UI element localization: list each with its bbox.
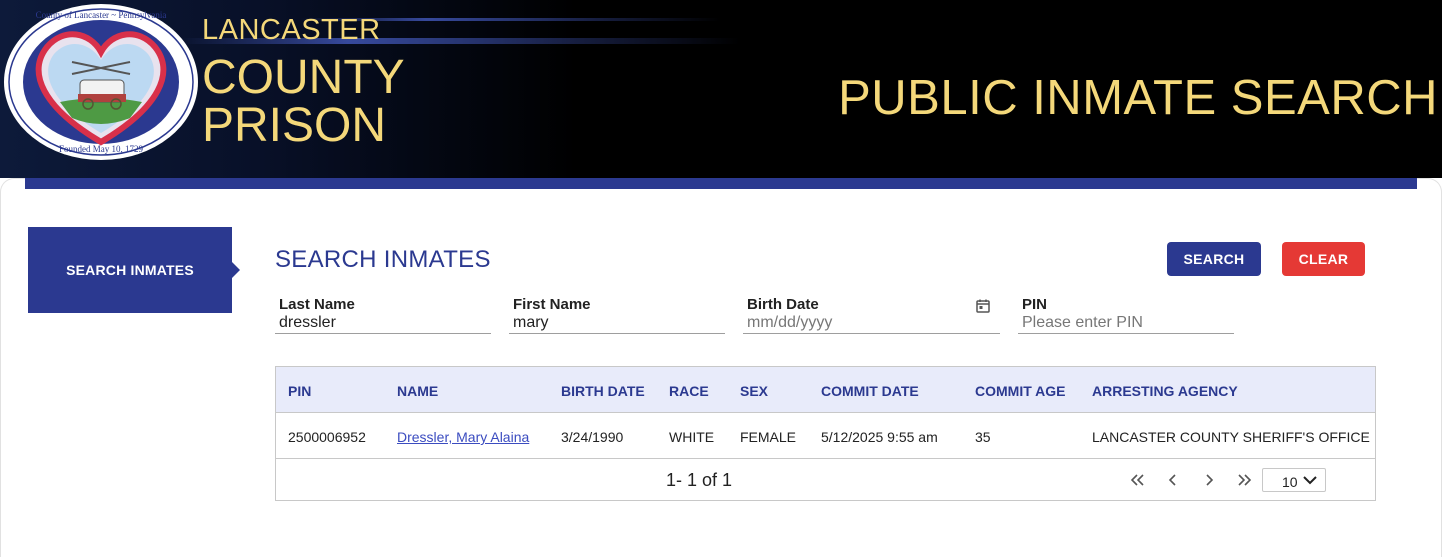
next-page-icon[interactable] xyxy=(1200,471,1218,489)
column-header-commit-date[interactable]: COMMIT DATE xyxy=(821,383,919,399)
seal-bottom-text: Founded May 10, 1729 xyxy=(59,144,143,154)
cell-pin: 2500006952 xyxy=(288,429,366,445)
table-header-row: PIN NAME BIRTH DATE RACE SEX COMMIT DATE… xyxy=(276,367,1375,413)
first-name-input[interactable]: mary xyxy=(513,313,725,332)
column-header-race[interactable]: RACE xyxy=(669,383,709,399)
pin-input[interactable]: Please enter PIN xyxy=(1022,313,1234,332)
sidebar-item-search-inmates[interactable]: SEARCH INMATES xyxy=(28,227,240,313)
last-name-field[interactable]: Last Name dressler xyxy=(275,295,491,334)
cell-sex: FEMALE xyxy=(740,429,797,445)
cell-birth-date: 3/24/1990 xyxy=(561,429,624,445)
first-page-icon[interactable] xyxy=(1128,471,1146,489)
cell-arresting-agency: LANCASTER COUNTY SHERIFF'S OFFICE xyxy=(1092,429,1370,445)
column-header-commit-age[interactable]: COMMIT AGE xyxy=(975,383,1065,399)
search-button[interactable]: SEARCH xyxy=(1167,242,1261,276)
section-title: SEARCH INMATES xyxy=(275,246,491,273)
page-size-select[interactable]: 10 xyxy=(1262,468,1326,492)
column-header-name[interactable]: NAME xyxy=(397,383,438,399)
column-header-birth-date[interactable]: BIRTH DATE xyxy=(561,383,645,399)
seal-top-text: County of Lancaster ~ Pennsylvania xyxy=(36,10,167,20)
last-name-input[interactable]: dressler xyxy=(279,313,491,332)
prison-name: COUNTY PRISON xyxy=(202,54,405,150)
column-header-arresting-agency[interactable]: ARRESTING AGENCY xyxy=(1092,383,1238,399)
first-name-label: First Name xyxy=(513,296,591,313)
page-title: PUBLIC INMATE SEARCH xyxy=(838,71,1438,125)
birth-date-input[interactable]: mm/dd/yyyy xyxy=(747,313,1000,332)
cell-race: WHITE xyxy=(669,429,715,445)
column-header-pin[interactable]: PIN xyxy=(288,383,311,399)
site-header: Founded May 10, 1729 County of Lancaster… xyxy=(0,0,1442,178)
first-name-field[interactable]: First Name mary xyxy=(509,295,725,334)
clear-button[interactable]: CLEAR xyxy=(1282,242,1365,276)
previous-page-icon[interactable] xyxy=(1164,471,1182,489)
cell-name: Dressler, Mary Alaina xyxy=(397,429,529,445)
card-accent-bar xyxy=(25,178,1417,189)
last-name-label: Last Name xyxy=(279,296,355,313)
county-name: LANCASTER xyxy=(202,14,381,46)
column-header-sex[interactable]: SEX xyxy=(740,383,768,399)
birth-date-label: Birth Date xyxy=(747,296,819,313)
inmate-name-link[interactable]: Dressler, Mary Alaina xyxy=(397,429,529,445)
sidebar-item-label: SEARCH INMATES xyxy=(66,262,194,278)
calendar-icon[interactable] xyxy=(976,299,990,313)
last-page-icon[interactable] xyxy=(1236,471,1254,489)
results-table: PIN NAME BIRTH DATE RACE SEX COMMIT DATE… xyxy=(275,366,1376,501)
cell-commit-age: 35 xyxy=(975,429,991,445)
pin-field[interactable]: PIN Please enter PIN xyxy=(1018,295,1234,334)
prison-name-line1: COUNTY xyxy=(202,51,405,104)
prison-name-line2: PRISON xyxy=(202,99,387,152)
cell-commit-date: 5/12/2025 9:55 am xyxy=(821,429,938,445)
chevron-down-icon xyxy=(1303,476,1317,485)
birth-date-field[interactable]: Birth Date mm/dd/yyyy xyxy=(743,295,1000,334)
county-seal-logo: Founded May 10, 1729 County of Lancaster… xyxy=(4,4,198,160)
table-row: 2500006952 Dressler, Mary Alaina 3/24/19… xyxy=(276,413,1375,459)
pin-label: PIN xyxy=(1022,296,1048,313)
pagination-summary: 1- 1 of 1 xyxy=(666,470,733,490)
page-size-value: 10 xyxy=(1282,474,1298,490)
